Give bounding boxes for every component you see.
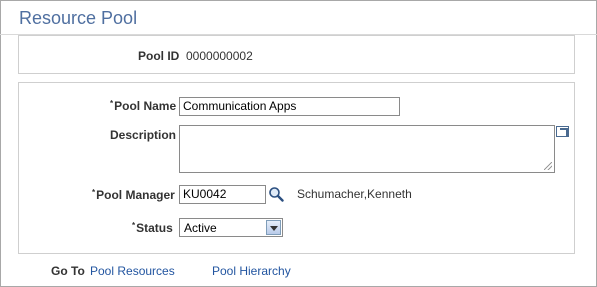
required-marker: * [92,188,96,197]
pool-manager-input[interactable]: KU0042 [179,185,266,204]
goto-label: Go To [51,264,85,278]
pool-manager-label-text: Pool Manager [96,188,175,202]
resize-grip-icon[interactable] [544,162,552,170]
pool-name-label-text: Pool Name [114,99,177,113]
pool-resources-link[interactable]: Pool Resources [90,264,175,278]
pool-id-section [18,35,575,74]
status-select[interactable]: Active [179,218,283,237]
page-title: Resource Pool [19,8,138,28]
description-textarea[interactable] [179,125,555,173]
pool-manager-label: *Pool Manager [92,188,175,202]
chevron-down-icon[interactable] [266,220,281,235]
pool-manager-name: Schumacher,Kenneth [297,187,412,201]
pool-id-value: 0000000002 [186,49,253,63]
search-icon[interactable] [268,186,284,202]
status-label-text: Status [136,221,173,235]
pool-name-input[interactable]: Communication Apps [179,97,400,116]
required-marker: * [110,99,114,108]
status-label: *Status [132,221,173,235]
status-selected-value: Active [184,221,217,235]
pool-hierarchy-link[interactable]: Pool Hierarchy [212,264,291,278]
pool-name-label: *Pool Name [110,99,176,113]
expand-icon[interactable] [556,126,569,137]
required-marker: * [132,221,136,230]
description-label: Description [110,128,177,142]
pool-id-label: Pool ID [138,49,180,63]
